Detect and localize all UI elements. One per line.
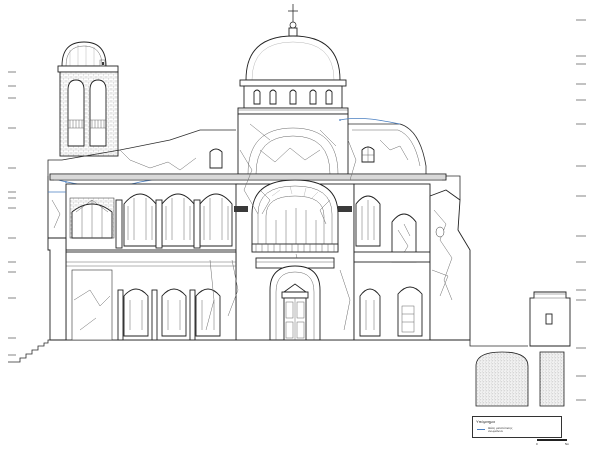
legend-box: Υπόμνημα Θέση μετατόπισης ανωμαλιών — [472, 416, 562, 438]
scale-bar: 0 5m — [536, 436, 570, 446]
upper-gallery-left — [65, 183, 239, 251]
left-level-markers — [8, 71, 16, 356]
legend-entry: Θέση μετατόπισης ανωμαλιών — [477, 426, 528, 434]
legend-title: Υπόμνημα — [476, 419, 495, 424]
central-portal — [269, 265, 321, 341]
bell-tower — [57, 41, 119, 157]
ruined-left-wall — [47, 176, 67, 341]
annex-building — [529, 291, 571, 347]
right-level-markers — [576, 19, 586, 401]
right-column-zone — [353, 183, 431, 341]
lower-arcade-left — [65, 251, 237, 341]
legend-line-swatch — [477, 429, 485, 433]
upper-arch-zone — [209, 113, 349, 175]
main-entablature — [49, 173, 447, 181]
ground-and-stairs — [8, 339, 528, 363]
ruined-right-wall — [429, 189, 471, 341]
church-section-drawing — [8, 4, 586, 407]
scale-end-label: 5m — [565, 441, 570, 446]
main-dome — [237, 4, 349, 115]
legend-entry-label: Θέση μετατόπισης ανωμαλιών — [488, 426, 513, 434]
scale-bar-graphic — [537, 439, 567, 441]
scale-start-label: 0 — [536, 441, 538, 446]
detail-panels — [475, 351, 565, 407]
